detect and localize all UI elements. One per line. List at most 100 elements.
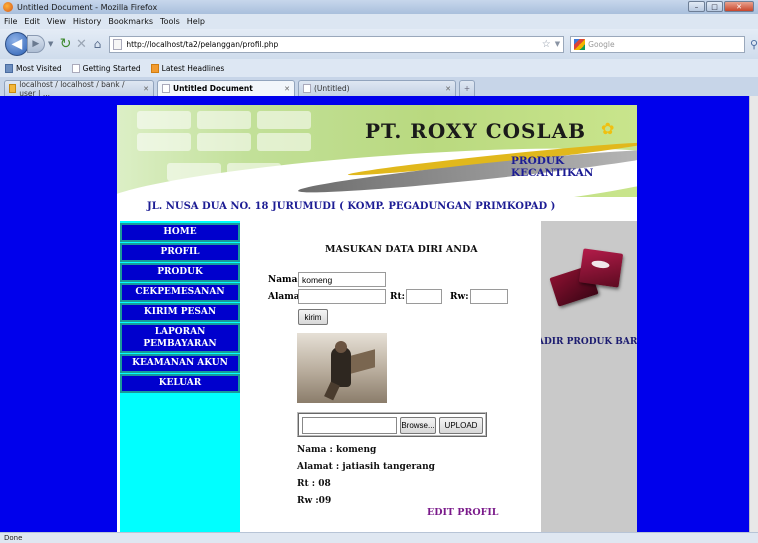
brand-tagline: PRODUK KECANTIKAN bbox=[511, 155, 594, 179]
profile-rt: Rt : 08 bbox=[297, 479, 331, 489]
rw-input[interactable] bbox=[470, 289, 508, 304]
url-dropdown-icon[interactable]: ▼ bbox=[555, 40, 560, 48]
back-button[interactable]: ◀ bbox=[5, 32, 29, 56]
bookmark-label: Getting Started bbox=[82, 63, 141, 73]
menu-item-laporan-pembayaran[interactable]: LAPORAN PEMBAYARAN bbox=[120, 323, 240, 353]
photo-shape bbox=[335, 341, 347, 353]
menu-history[interactable]: History bbox=[73, 17, 101, 26]
menu-bookmarks[interactable]: Bookmarks bbox=[108, 17, 153, 26]
home-button[interactable]: ⌂ bbox=[89, 37, 105, 51]
google-icon[interactable] bbox=[574, 38, 586, 50]
new-tab-button[interactable]: + bbox=[459, 80, 475, 96]
page-icon bbox=[71, 63, 80, 73]
window-controls: – □ ✕ bbox=[688, 1, 754, 12]
navigation-toolbar: ◀ ▶ ▼ ↻ ✕ ⌂ http://localhost/ta2/pelangg… bbox=[0, 29, 758, 59]
menu-item-keluar[interactable]: KELUAR bbox=[120, 374, 240, 393]
menu-item-keamanan-akun[interactable]: KEAMANAN AKUN bbox=[120, 354, 240, 373]
profile-alamat: Alamat : jatiasih tangerang bbox=[297, 462, 435, 472]
maximize-button[interactable]: □ bbox=[706, 1, 723, 12]
reload-button[interactable]: ↻ bbox=[58, 36, 74, 52]
photo-shape bbox=[331, 347, 351, 387]
sidebar: HOME PROFIL PRODUK CEKPEMESANAN KIRIM PE… bbox=[120, 221, 240, 532]
title-bar: Untitled Document - Mozilla Firefox – □ … bbox=[0, 0, 758, 14]
flower-icon: ✿ bbox=[601, 119, 615, 138]
url-bar[interactable]: http://localhost/ta2/pelanggan/profil.ph… bbox=[109, 35, 565, 53]
upload-form: Browse... UPLOAD bbox=[297, 412, 487, 437]
rt-label: Rt: bbox=[390, 292, 405, 302]
tab-label: (Untitled) bbox=[314, 84, 350, 93]
tab-label: Untitled Document bbox=[173, 84, 253, 93]
close-tab-icon[interactable]: ✕ bbox=[143, 85, 149, 93]
banner-tile bbox=[257, 133, 311, 151]
banner-tile bbox=[137, 133, 191, 151]
tab-untitled-document[interactable]: Untitled Document ✕ bbox=[157, 80, 295, 96]
sidebar-menu: HOME PROFIL PRODUK CEKPEMESANAN KIRIM PE… bbox=[120, 223, 240, 393]
nama-label: Nama bbox=[268, 275, 298, 285]
status-bar: Done bbox=[0, 532, 758, 543]
bookmark-latest-headlines[interactable]: Latest Headlines bbox=[150, 63, 225, 73]
nama-input[interactable] bbox=[298, 272, 386, 287]
menu-item-cekpemesanan[interactable]: CEKPEMESANAN bbox=[120, 283, 240, 302]
phpmyadmin-icon bbox=[9, 84, 17, 93]
vertical-scrollbar[interactable] bbox=[749, 96, 758, 532]
bookmark-folder-icon bbox=[5, 63, 13, 73]
new-products-panel: ADIR PRODUK BARU bbox=[541, 221, 637, 532]
bookmark-star-icon[interactable]: ☆ bbox=[542, 39, 551, 50]
rw-label: Rw: bbox=[450, 292, 469, 302]
banner-tile bbox=[197, 133, 251, 151]
menu-item-produk[interactable]: PRODUK bbox=[120, 263, 240, 282]
banner-tile bbox=[257, 111, 311, 129]
close-tab-icon[interactable]: ✕ bbox=[284, 85, 290, 93]
history-dropdown-icon[interactable]: ▼ bbox=[47, 40, 55, 48]
search-icon[interactable]: ⚲ bbox=[750, 38, 758, 51]
rt-input[interactable] bbox=[406, 289, 442, 304]
forward-button[interactable]: ▶ bbox=[26, 35, 45, 53]
bookmark-label: Most Visited bbox=[16, 63, 62, 73]
bookmark-getting-started[interactable]: Getting Started bbox=[71, 63, 141, 73]
menu-item-home[interactable]: HOME bbox=[120, 223, 240, 242]
browse-button[interactable]: Browse... bbox=[400, 417, 436, 434]
banner-tile bbox=[197, 111, 251, 129]
stop-button[interactable]: ✕ bbox=[74, 37, 90, 52]
window-title: Untitled Document - Mozilla Firefox bbox=[17, 2, 158, 12]
firefox-icon bbox=[3, 2, 13, 12]
upload-button[interactable]: UPLOAD bbox=[439, 417, 483, 434]
site-banner: PT. ROXY COSLAB ✿ PRODUK KECANTIKAN bbox=[117, 105, 637, 197]
close-tab-icon[interactable]: ✕ bbox=[445, 85, 451, 93]
menu-help[interactable]: Help bbox=[187, 17, 205, 26]
rss-icon bbox=[150, 63, 159, 73]
photo-shape bbox=[324, 381, 340, 401]
menu-file[interactable]: File bbox=[4, 17, 17, 26]
profile-nama: Nama : komeng bbox=[297, 445, 377, 455]
file-input[interactable] bbox=[302, 417, 397, 434]
brand-title: PT. ROXY COSLAB bbox=[365, 119, 586, 143]
company-address: JL. NUSA DUA NO. 18 JURUMUDI ( KOMP. PEG… bbox=[147, 201, 556, 212]
product-image bbox=[549, 248, 624, 307]
bookmark-most-visited[interactable]: Most Visited bbox=[5, 63, 62, 73]
profile-photo bbox=[297, 333, 387, 403]
page-icon bbox=[162, 84, 170, 93]
bookmark-label: Latest Headlines bbox=[161, 63, 225, 73]
bookmarks-toolbar: Most Visited Getting Started Latest Head… bbox=[0, 59, 758, 77]
menu-view[interactable]: View bbox=[47, 17, 66, 26]
close-window-button[interactable]: ✕ bbox=[724, 1, 754, 12]
main-content: MASUKAN DATA DIRI ANDA Nama Alamat Rt: R… bbox=[262, 221, 537, 532]
search-placeholder: Google bbox=[588, 39, 615, 49]
minimize-button[interactable]: – bbox=[688, 1, 705, 12]
status-text: Done bbox=[4, 534, 23, 542]
menu-item-profil[interactable]: PROFIL bbox=[120, 243, 240, 262]
menu-edit[interactable]: Edit bbox=[24, 17, 40, 26]
edit-profil-link[interactable]: EDIT PROFIL bbox=[427, 507, 498, 518]
tab-phpmyadmin[interactable]: localhost / localhost / bank / user | ..… bbox=[4, 80, 154, 98]
browser-window: Untitled Document - Mozilla Firefox – □ … bbox=[0, 0, 758, 543]
alamat-input[interactable] bbox=[298, 289, 386, 304]
menu-item-kirim-pesan[interactable]: KIRIM PESAN bbox=[120, 303, 240, 322]
page-icon bbox=[303, 84, 311, 93]
form-title: MASUKAN DATA DIRI ANDA bbox=[325, 244, 478, 255]
photo-shape bbox=[347, 349, 375, 375]
search-bar[interactable]: Google bbox=[570, 35, 745, 53]
kirim-button[interactable]: kirim bbox=[298, 309, 328, 325]
new-product-marquee: ADIR PRODUK BARU bbox=[541, 337, 637, 347]
tab-untitled[interactable]: (Untitled) ✕ bbox=[298, 80, 456, 96]
menu-tools[interactable]: Tools bbox=[160, 17, 180, 26]
